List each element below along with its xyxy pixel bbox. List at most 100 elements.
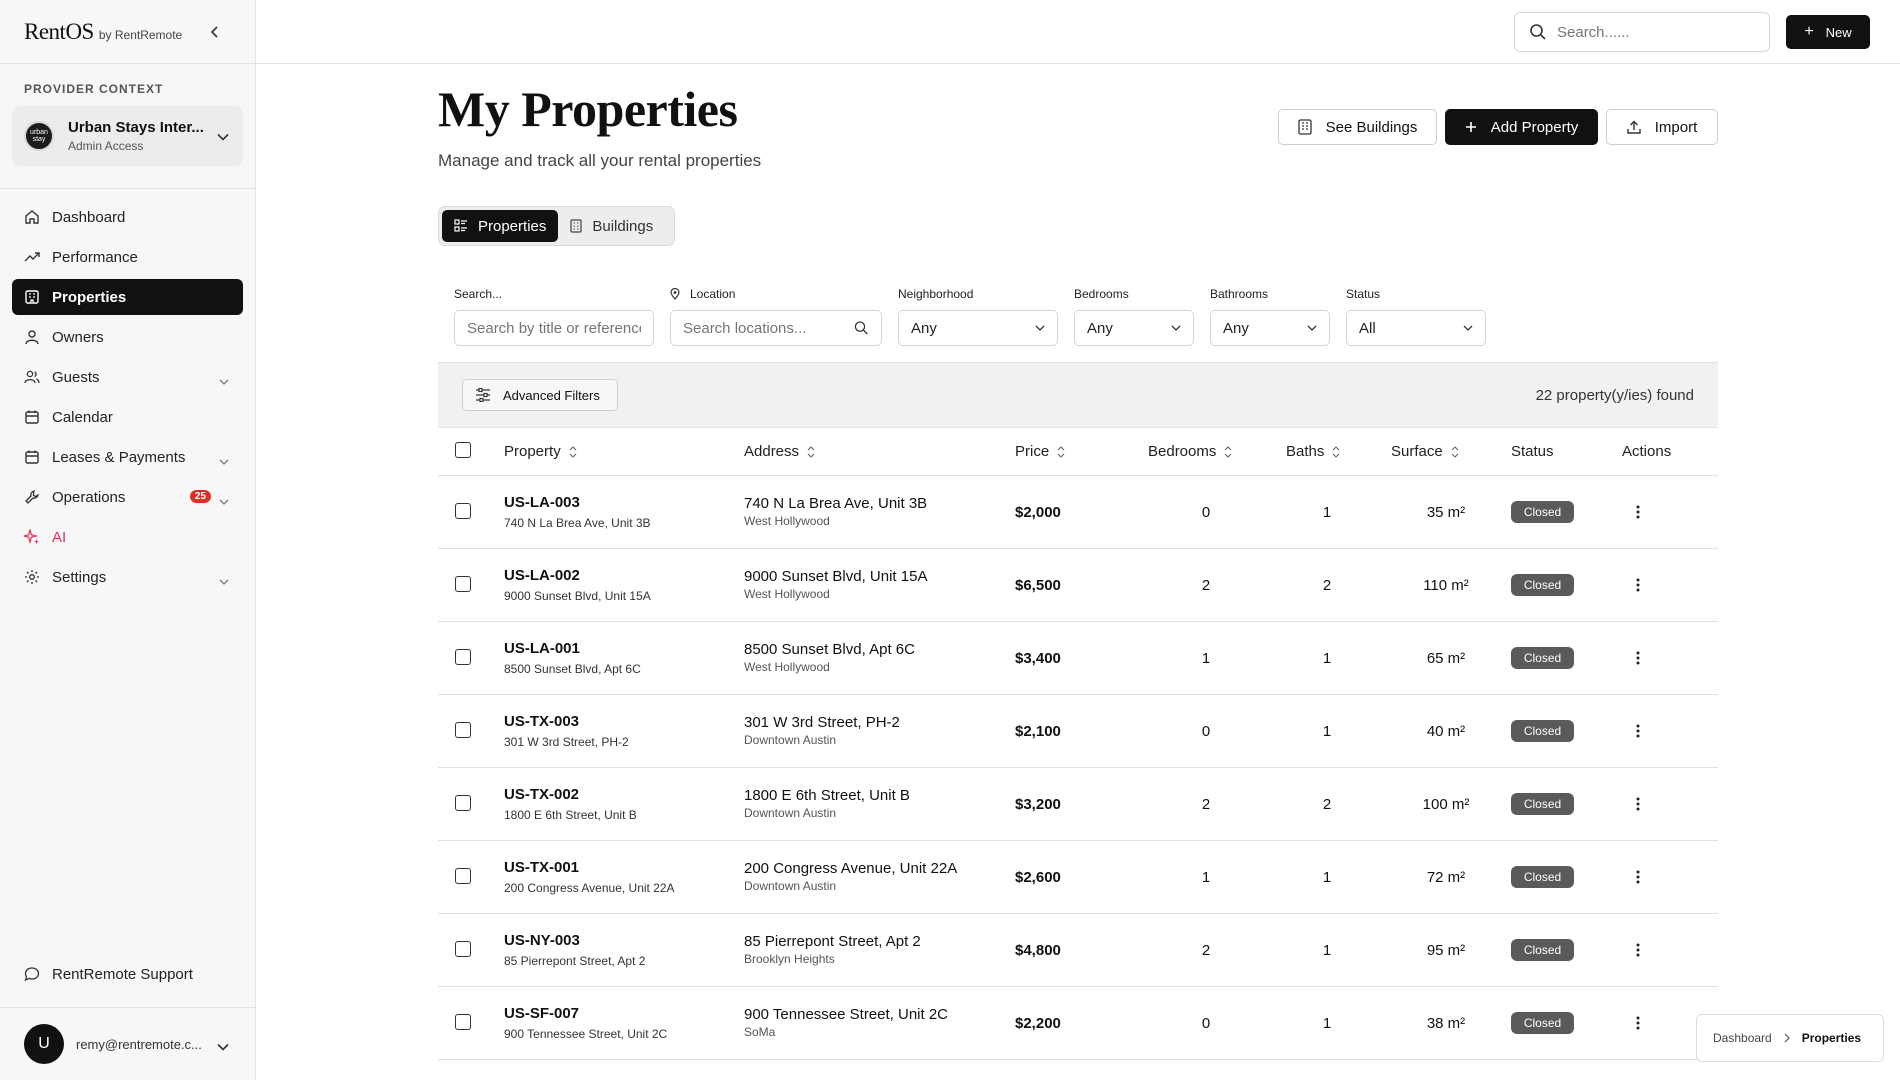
- new-button[interactable]: + New: [1786, 15, 1870, 49]
- bathrooms-select[interactable]: Any: [1210, 310, 1330, 346]
- bedrooms-cell: 2: [1201, 942, 1211, 959]
- bedrooms-cell: 1: [1201, 869, 1211, 886]
- bedrooms-filter-label: Bedrooms: [1074, 287, 1129, 301]
- checkbox[interactable]: [455, 503, 471, 519]
- sidebar-item-dashboard[interactable]: Dashboard: [12, 199, 243, 235]
- property-code[interactable]: US-LA-001: [504, 640, 641, 657]
- search-filter[interactable]: [454, 310, 654, 346]
- property-cell[interactable]: US-LA-001 8500 Sunset Blvd, Apt 6C: [504, 640, 641, 676]
- tab-buildings[interactable]: Buildings: [558, 210, 665, 242]
- sort-icon: [569, 445, 577, 458]
- row-checkbox[interactable]: [455, 868, 471, 889]
- property-cell[interactable]: US-TX-001 200 Congress Avenue, Unit 22A: [504, 859, 675, 895]
- column-price[interactable]: Price: [1015, 443, 1065, 460]
- row-checkbox[interactable]: [455, 722, 471, 743]
- column-bedrooms[interactable]: Bedrooms: [1148, 443, 1232, 460]
- sidebar-item-ai[interactable]: AI: [12, 519, 243, 555]
- see-buildings-button[interactable]: See Buildings: [1278, 109, 1437, 145]
- row-actions-button[interactable]: [1628, 502, 1648, 522]
- column-surface[interactable]: Surface: [1391, 443, 1459, 460]
- row-checkbox[interactable]: [455, 649, 471, 670]
- bedrooms-cell: 2: [1201, 796, 1211, 813]
- global-search-input[interactable]: [1557, 23, 1747, 41]
- sidebar-item-performance[interactable]: Performance: [12, 239, 243, 275]
- checkbox[interactable]: [455, 941, 471, 957]
- row-actions-button[interactable]: [1628, 1013, 1648, 1033]
- add-property-button[interactable]: Add Property: [1445, 109, 1598, 145]
- property-code[interactable]: US-TX-001: [504, 859, 675, 876]
- import-button[interactable]: Import: [1606, 109, 1718, 145]
- location-filter-input[interactable]: [683, 319, 855, 337]
- checkbox[interactable]: [455, 649, 471, 665]
- search-filter-input[interactable]: [467, 319, 641, 337]
- collapse-sidebar-button[interactable]: [205, 22, 225, 42]
- row-actions-button[interactable]: [1628, 721, 1648, 741]
- status-select[interactable]: All: [1346, 310, 1486, 346]
- select-all-checkbox[interactable]: [455, 442, 471, 458]
- sidebar-item-calendar[interactable]: Calendar: [12, 399, 243, 435]
- sidebar-item-operations[interactable]: Operations 25: [12, 479, 243, 515]
- address-cell: 85 Pierrepont Street, Apt 2 Brooklyn Hei…: [744, 933, 921, 966]
- bedrooms-select[interactable]: Any: [1074, 310, 1194, 346]
- column-property[interactable]: Property: [504, 443, 577, 460]
- row-actions-button[interactable]: [1628, 940, 1648, 960]
- sidebar-item-settings[interactable]: Settings: [12, 559, 243, 595]
- row-actions-button[interactable]: [1628, 794, 1648, 814]
- row-checkbox[interactable]: [455, 503, 471, 524]
- row-actions-button[interactable]: [1628, 867, 1648, 887]
- location-label-text: Location: [690, 287, 736, 301]
- row-checkbox[interactable]: [455, 1014, 471, 1035]
- column-baths[interactable]: Baths: [1286, 443, 1340, 460]
- row-actions-button[interactable]: [1628, 575, 1648, 595]
- sidebar-item-guests[interactable]: Guests: [12, 359, 243, 395]
- property-cell[interactable]: US-NY-003 85 Pierrepont Street, Apt 2: [504, 932, 645, 968]
- logo-row: RentOS by RentRemote: [0, 0, 255, 64]
- provider-switcher[interactable]: urban stay Urban Stays Inter... Admin Ac…: [12, 106, 243, 166]
- property-cell[interactable]: US-TX-003 301 W 3rd Street, PH-2: [504, 713, 629, 749]
- column-address[interactable]: Address: [744, 443, 815, 460]
- person-icon: [24, 329, 40, 345]
- sidebar-item-label: Operations: [52, 488, 126, 506]
- property-code[interactable]: US-LA-003: [504, 494, 651, 511]
- column-surface-label: Surface: [1391, 443, 1443, 460]
- property-code[interactable]: US-TX-003: [504, 713, 629, 730]
- property-code[interactable]: US-LA-002: [504, 567, 651, 584]
- property-address: 200 Congress Avenue, Unit 22A: [504, 881, 675, 895]
- property-code[interactable]: US-TX-002: [504, 786, 637, 803]
- neighborhood-select[interactable]: Any: [898, 310, 1058, 346]
- user-menu[interactable]: U remy@rentremote.c...: [0, 1007, 255, 1080]
- checkbox[interactable]: [455, 722, 471, 738]
- property-code[interactable]: US-SF-007: [504, 1005, 667, 1022]
- global-search[interactable]: [1514, 12, 1770, 52]
- property-cell[interactable]: US-LA-003 740 N La Brea Ave, Unit 3B: [504, 494, 651, 530]
- property-address: 8500 Sunset Blvd, Apt 6C: [504, 662, 641, 676]
- support-link[interactable]: RentRemote Support: [12, 956, 243, 992]
- checkbox[interactable]: [455, 868, 471, 884]
- row-checkbox[interactable]: [455, 795, 471, 816]
- table-row: US-TX-002 1800 E 6th Street, Unit B 1800…: [438, 768, 1718, 841]
- checkbox[interactable]: [455, 1014, 471, 1030]
- sidebar-item-owners[interactable]: Owners: [12, 319, 243, 355]
- sidebar-item-leases-payments[interactable]: Leases & Payments: [12, 439, 243, 475]
- checkbox[interactable]: [455, 576, 471, 592]
- breadcrumb-dashboard[interactable]: Dashboard: [1713, 1031, 1772, 1045]
- address-line: 1800 E 6th Street, Unit B: [744, 787, 910, 804]
- bedrooms-cell: 2: [1201, 577, 1211, 594]
- tab-properties[interactable]: Properties: [442, 210, 559, 242]
- row-actions-button[interactable]: [1628, 648, 1648, 668]
- location-filter[interactable]: [670, 310, 882, 346]
- property-cell[interactable]: US-SF-007 900 Tennessee Street, Unit 2C: [504, 1005, 667, 1041]
- property-cell[interactable]: US-LA-002 9000 Sunset Blvd, Unit 15A: [504, 567, 651, 603]
- checkbox[interactable]: [455, 442, 471, 458]
- advanced-filters-button[interactable]: Advanced Filters: [462, 379, 618, 411]
- neighborhood-filter-label: Neighborhood: [898, 287, 974, 301]
- property-code[interactable]: US-NY-003: [504, 932, 645, 949]
- checkbox[interactable]: [455, 795, 471, 811]
- property-cell[interactable]: US-TX-002 1800 E 6th Street, Unit B: [504, 786, 637, 822]
- sidebar-item-properties[interactable]: Properties: [12, 279, 243, 315]
- sort-icon: [1332, 445, 1340, 458]
- bathrooms-value: Any: [1223, 319, 1249, 337]
- column-baths-label: Baths: [1286, 443, 1325, 460]
- row-checkbox[interactable]: [455, 941, 471, 962]
- row-checkbox[interactable]: [455, 576, 471, 597]
